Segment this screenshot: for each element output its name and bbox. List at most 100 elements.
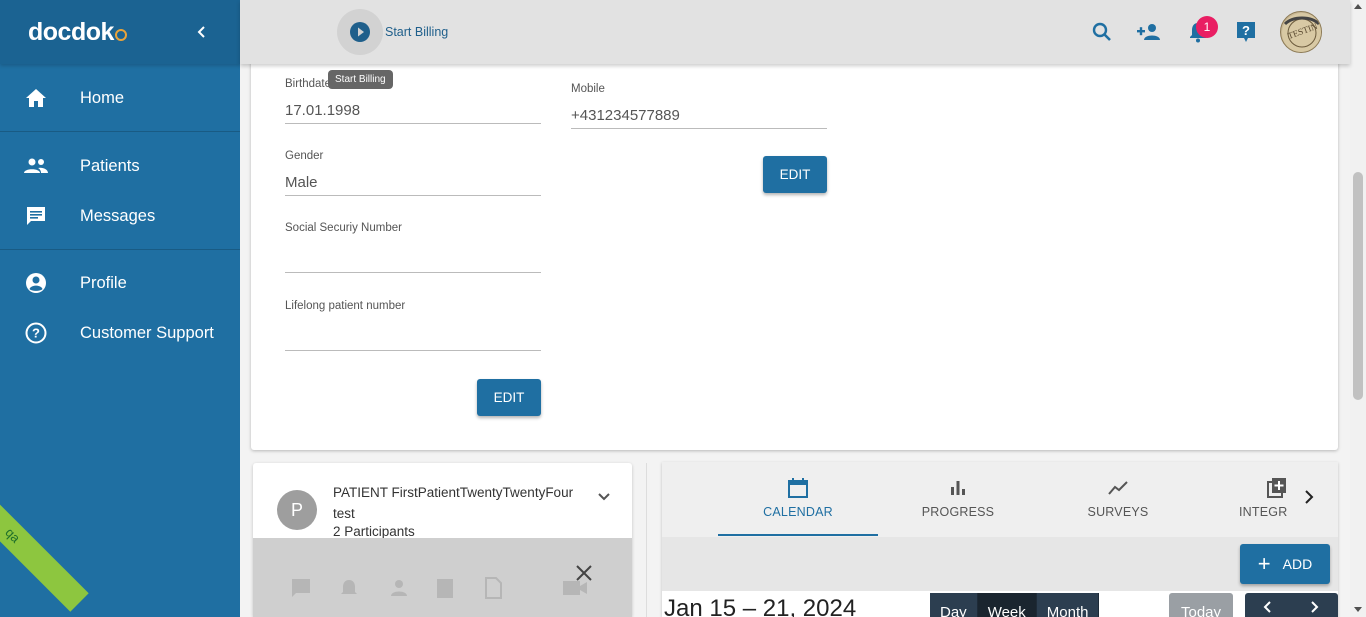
- edit-personal-button[interactable]: EDIT: [477, 379, 541, 416]
- sidebar-item-messages[interactable]: Messages: [0, 191, 240, 241]
- patient-details-card: Birthdate 17.01.1998 Gender Male Social …: [251, 30, 1338, 450]
- start-billing-button[interactable]: Start Billing: [337, 9, 448, 55]
- participants-count: 2 Participants: [333, 524, 415, 539]
- conversation-actions-bar: [253, 538, 632, 617]
- prev-week-button[interactable]: [1245, 593, 1291, 617]
- note-add-icon[interactable]: [481, 576, 505, 600]
- sidebar-item-label: Patients: [80, 156, 140, 175]
- mobile-field[interactable]: Mobile +431234577889: [571, 83, 827, 129]
- ssn-value: [285, 251, 541, 273]
- user-avatar[interactable]: TESTIN: [1280, 11, 1322, 53]
- tab-progress[interactable]: PROGRESS: [878, 462, 1038, 536]
- add-person-button[interactable]: [1126, 8, 1174, 56]
- nav-group-patients: Patients Messages: [0, 132, 240, 250]
- panel-divider: [646, 463, 647, 617]
- add-label: ADD: [1282, 556, 1313, 572]
- search-icon: [1092, 22, 1111, 41]
- date-nav: [1245, 593, 1338, 617]
- sidebar-item-label: Home: [80, 88, 125, 107]
- date-range-title: Jan 15 – 21, 2024: [664, 595, 857, 617]
- nav-group-main: Home: [0, 64, 240, 132]
- next-week-button[interactable]: [1291, 593, 1337, 617]
- chevron-down-icon: [598, 493, 610, 501]
- lifelong-number-field[interactable]: Lifelong patient number: [285, 300, 541, 351]
- top-bar: Start Billing 1 ? TESTIN: [240, 0, 1350, 64]
- gender-value: Male: [285, 174, 541, 196]
- calendar-panel: CALENDAR PROGRESS SURVEYS INTEGR + ADD J…: [662, 462, 1338, 617]
- conversation-avatar: P: [277, 490, 317, 530]
- nav-group-account: Profile ? Customer Support: [0, 250, 240, 358]
- sidebar-item-patients[interactable]: Patients: [0, 141, 240, 191]
- chevron-left-icon: [197, 26, 205, 38]
- close-actions-button[interactable]: [573, 562, 595, 584]
- conversation-title: PATIENT FirstPatientTwentyTwentyFour tes…: [333, 485, 574, 521]
- scroll-thumb[interactable]: [1353, 172, 1363, 400]
- sidebar-item-home[interactable]: Home: [0, 73, 240, 123]
- birthdate-label: Birthdate: [285, 78, 332, 90]
- conversation-panel: P PATIENT FirstPatientTwentyTwentyFour t…: [253, 463, 632, 617]
- gender-label: Gender: [285, 150, 324, 162]
- close-icon: [576, 565, 592, 581]
- person-add-icon: [1137, 24, 1160, 40]
- ssn-label: Social Securiy Number: [285, 222, 402, 234]
- top-actions: 1 ? TESTIN: [1078, 0, 1322, 64]
- help-icon: ?: [1237, 22, 1255, 42]
- tab-label: INTEGR: [1239, 505, 1288, 519]
- sidebar: docdok Home Patients Messages Profile ? …: [0, 0, 240, 617]
- tabs-next-button[interactable]: [1300, 488, 1318, 506]
- view-switcher: Day Week Month: [930, 593, 1100, 617]
- tab-label: CALENDAR: [763, 505, 833, 519]
- svg-text:?: ?: [1242, 23, 1250, 38]
- view-day-button[interactable]: Day: [930, 593, 978, 617]
- view-week-button[interactable]: Week: [977, 593, 1037, 617]
- page-scrollbar[interactable]: [1350, 0, 1366, 617]
- start-billing-tooltip: Start Billing: [328, 70, 393, 89]
- edit-contact-button[interactable]: EDIT: [763, 156, 827, 193]
- mobile-label: Mobile: [571, 83, 605, 95]
- ssn-field[interactable]: Social Securiy Number: [285, 222, 541, 273]
- birthdate-value: 17.01.1998: [285, 102, 541, 124]
- alert-message-icon[interactable]: [289, 576, 313, 600]
- sidebar-item-label: Profile: [80, 273, 127, 292]
- collapse-sidebar-button[interactable]: [190, 20, 214, 44]
- scroll-up-icon[interactable]: [1354, 4, 1362, 9]
- sidebar-item-customer-support[interactable]: ? Customer Support: [0, 308, 240, 358]
- group-add-icon[interactable]: [385, 576, 409, 600]
- gender-field[interactable]: Gender Male: [285, 150, 541, 196]
- add-event-button[interactable]: + ADD: [1240, 544, 1330, 584]
- assignment-check-icon[interactable]: [433, 576, 457, 600]
- play-circle-icon: [337, 9, 383, 55]
- people-icon: [24, 154, 48, 178]
- help-button[interactable]: ?: [1222, 8, 1270, 56]
- message-icon: [24, 204, 48, 228]
- logo-mark-icon: [114, 28, 127, 41]
- birthdate-field[interactable]: Birthdate 17.01.1998: [285, 78, 541, 124]
- tab-surveys[interactable]: SURVEYS: [1038, 462, 1198, 536]
- tab-label: SURVEYS: [1087, 505, 1149, 519]
- chevron-left-icon: [1263, 601, 1271, 613]
- chevron-right-icon: [1305, 490, 1314, 504]
- sidebar-item-label: Customer Support: [80, 323, 214, 342]
- brand-logo[interactable]: docdok: [28, 18, 127, 47]
- tab-calendar[interactable]: CALENDAR: [718, 462, 878, 536]
- today-button[interactable]: Today: [1169, 593, 1233, 617]
- lifelong-number-label: Lifelong patient number: [285, 300, 406, 312]
- sidebar-item-label: Messages: [80, 206, 156, 225]
- scroll-down-icon[interactable]: [1354, 607, 1362, 612]
- alarm-icon[interactable]: [337, 576, 361, 600]
- view-month-button[interactable]: Month: [1036, 593, 1100, 617]
- plus-icon: +: [1257, 551, 1271, 576]
- brand-name: docdok: [28, 17, 114, 46]
- tab-label: PROGRESS: [921, 505, 995, 519]
- start-billing-label: Start Billing: [385, 25, 449, 39]
- mobile-value: +431234577889: [571, 107, 827, 129]
- environment-ribbon: qa: [0, 494, 89, 612]
- library-add-icon: [1267, 478, 1286, 498]
- sidebar-item-profile[interactable]: Profile: [0, 258, 240, 308]
- calendar-tabs: CALENDAR PROGRESS SURVEYS INTEGR: [662, 462, 1338, 537]
- chevron-right-icon: [1311, 601, 1319, 613]
- search-button[interactable]: [1078, 8, 1126, 56]
- expand-conversation-button[interactable]: [594, 487, 614, 507]
- notifications-button[interactable]: 1: [1174, 8, 1222, 56]
- trending-icon: [1108, 481, 1128, 495]
